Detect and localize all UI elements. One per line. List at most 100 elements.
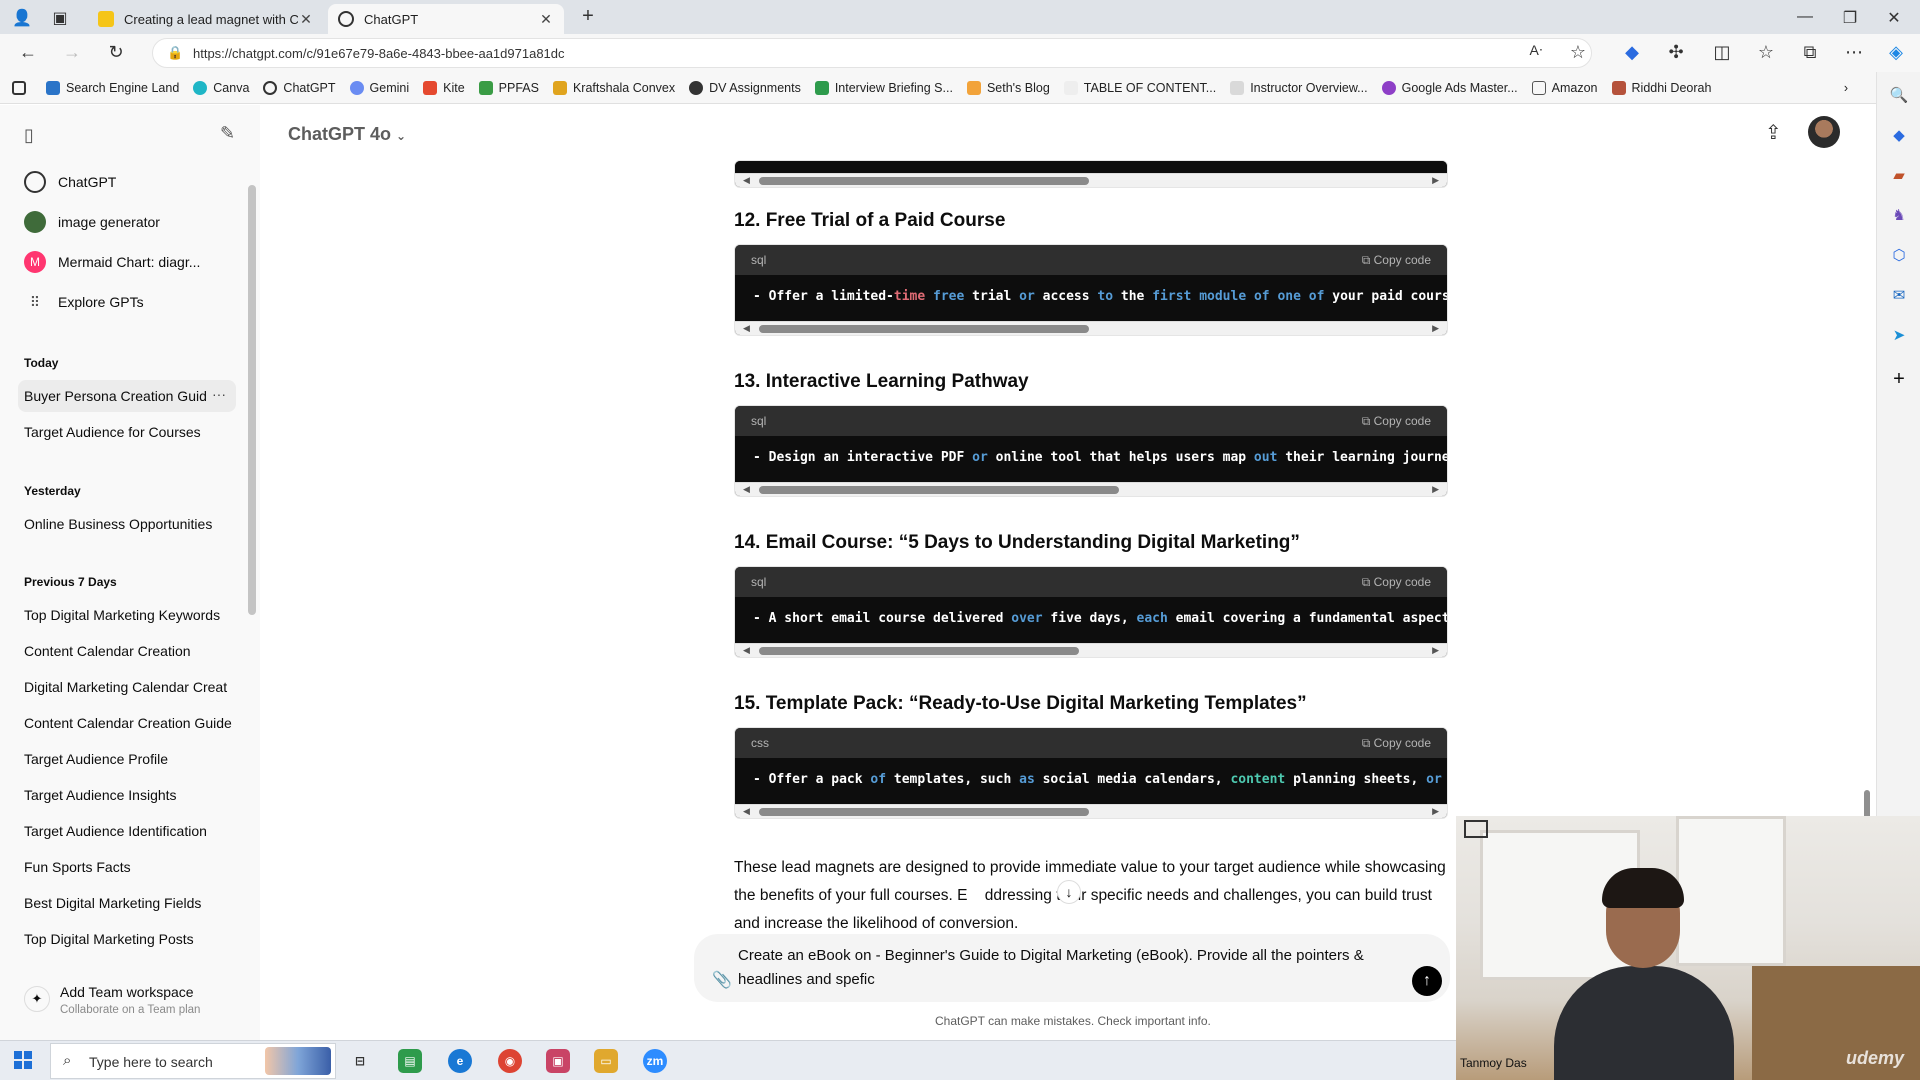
copilot-icon[interactable]: ◈ <box>1884 42 1908 63</box>
more-options-icon[interactable]: ··· <box>212 386 226 402</box>
bookmark-dv-assignments[interactable]: DV Assignments <box>689 80 801 95</box>
bookmark-folder-icon[interactable] <box>12 80 32 95</box>
profile-icon[interactable]: 👤 <box>12 8 32 28</box>
tools-icon[interactable]: ▰ <box>1889 166 1909 186</box>
udemy-watermark: udemy <box>1845 1048 1904 1068</box>
code-scrollbar[interactable]: ◀ ▶ <box>735 321 1447 335</box>
bookmark-google-ads[interactable]: Google Ads Master... <box>1381 80 1518 95</box>
bookmark-kite[interactable]: Kite <box>423 80 465 95</box>
bookmark-instructor-overview[interactable]: Instructor Overview... <box>1230 80 1368 95</box>
bookmark-seths-blog[interactable]: Seth's Blog <box>966 80 1050 95</box>
bookmark-interview-briefing[interactable]: Interview Briefing S... <box>814 80 953 95</box>
chat-item-buyer-persona[interactable]: Buyer Persona Creation Guid ··· <box>18 380 236 412</box>
copy-code-button[interactable]: ⧉ Copy code <box>1362 414 1431 429</box>
add-icon[interactable]: + <box>1889 368 1909 390</box>
bookmark-amazon[interactable]: Amazon <box>1531 80 1598 95</box>
chat-item[interactable]: Digital Marketing Calendar Creat <box>18 671 236 703</box>
bookmark-search-engine-land[interactable]: Search Engine Land <box>46 80 179 95</box>
close-tab-icon[interactable]: ✕ <box>538 11 554 28</box>
attach-paperclip-icon[interactable]: 📎 <box>712 970 732 990</box>
chat-item[interactable]: Fun Sports Facts <box>18 851 236 883</box>
toggle-sidebar-icon[interactable]: ▯ <box>24 125 34 146</box>
games-icon[interactable]: ♞ <box>1889 206 1909 226</box>
scroll-down-arrow-icon[interactable]: ↓ <box>1057 880 1081 904</box>
send-button[interactable]: ↑ <box>1412 966 1442 996</box>
telegram-icon[interactable]: ➤ <box>1889 326 1909 346</box>
copy-code-button[interactable]: ⧉ Copy code <box>1362 736 1431 751</box>
model-selector[interactable]: ChatGPT 4o ⌄ <box>288 124 406 145</box>
more-icon[interactable]: ⋯ <box>1842 42 1866 63</box>
tab-actions-icon[interactable]: ▣ <box>50 8 70 28</box>
file-explorer-icon[interactable]: ▭ <box>594 1049 618 1073</box>
new-chat-icon[interactable]: ✎ <box>220 123 235 144</box>
refresh-icon[interactable]: ↻ <box>104 42 128 63</box>
tag-icon[interactable]: ◆ <box>1889 126 1909 146</box>
code-language: css <box>751 736 769 750</box>
share-icon[interactable]: ⇪ <box>1765 120 1782 145</box>
sidebar-item-explore-gpts[interactable]: ⠿ Explore GPTs <box>18 285 236 319</box>
windows-start-icon[interactable] <box>14 1051 32 1069</box>
chatgpt-favicon-icon <box>338 11 354 27</box>
user-avatar[interactable] <box>1808 116 1840 148</box>
search-icon[interactable]: 🔍 <box>1889 86 1909 106</box>
chat-app-icon[interactable]: ▤ <box>398 1049 422 1073</box>
chat-item[interactable]: Target Audience Insights <box>18 779 236 811</box>
bookmark-kraftshala[interactable]: Kraftshala Convex <box>552 80 675 95</box>
favorites-icon[interactable]: ☆ <box>1754 42 1778 63</box>
more-bookmarks-chevron-icon[interactable]: › <box>1844 81 1848 95</box>
section-heading-today: Today <box>24 356 59 370</box>
code-scrollbar[interactable]: ◀ ▶ <box>735 804 1447 818</box>
bookmark-gemini[interactable]: Gemini <box>349 80 409 95</box>
edge-icon[interactable]: e <box>448 1049 472 1073</box>
read-aloud-icon[interactable]: Aᐧ <box>1524 42 1548 59</box>
bookmark-canva[interactable]: Canva <box>193 80 249 95</box>
media-app-icon[interactable]: ▣ <box>546 1049 570 1073</box>
chat-item[interactable]: Target Audience for Courses <box>18 416 236 448</box>
chat-item[interactable]: Content Calendar Creation Guide <box>18 707 236 739</box>
favorite-star-icon[interactable]: ☆ <box>1566 42 1590 63</box>
close-window-icon[interactable]: ✕ <box>1884 8 1904 28</box>
chat-item[interactable]: Target Audience Identification <box>18 815 236 847</box>
chat-item[interactable]: Best Digital Marketing Fields <box>18 887 236 919</box>
new-tab-icon[interactable]: + <box>578 5 598 28</box>
task-view-icon[interactable]: ⊟ <box>348 1049 372 1073</box>
chat-item[interactable]: Content Calendar Creation <box>18 635 236 667</box>
chat-item[interactable]: Top Digital Marketing Posts <box>18 923 236 955</box>
bookmark-chatgpt[interactable]: ChatGPT <box>263 80 336 95</box>
code-scrollbar[interactable]: ◀ ▶ <box>735 173 1447 187</box>
chat-item[interactable]: Online Business Opportunities <box>18 508 236 540</box>
chrome-icon[interactable]: ◉ <box>498 1049 522 1073</box>
sidebar-item-mermaid[interactable]: M Mermaid Chart: diagr... <box>18 245 236 279</box>
chat-item[interactable]: Target Audience Profile <box>18 743 236 775</box>
split-screen-icon[interactable]: ◫ <box>1710 42 1734 63</box>
code-scrollbar[interactable]: ◀ ▶ <box>735 643 1447 657</box>
taskbar-search[interactable]: ⌕ Type here to search <box>50 1043 336 1079</box>
bookmark-riddhi[interactable]: Riddhi Deorah <box>1611 80 1711 95</box>
extensions-puzzle-icon[interactable]: ✣ <box>1664 42 1688 63</box>
message-input[interactable]: Create an eBook on - Beginner's Guide to… <box>738 944 1388 992</box>
m365-icon[interactable]: ⬡ <box>1889 246 1909 266</box>
chat-item[interactable]: Top Digital Marketing Keywords <box>18 599 236 631</box>
back-icon[interactable]: ← <box>16 42 40 63</box>
forward-icon[interactable]: → <box>60 42 84 63</box>
bookmark-ppfas[interactable]: PPFAS <box>478 80 539 95</box>
minimize-icon[interactable]: — <box>1795 8 1815 26</box>
outlook-icon[interactable]: ✉ <box>1889 286 1909 306</box>
copy-code-button[interactable]: ⧉ Copy code <box>1362 575 1431 590</box>
copy-code-button[interactable]: ⧉ Copy code <box>1362 253 1431 268</box>
close-tab-icon[interactable]: ✕ <box>298 11 314 28</box>
message-composer[interactable]: 📎 Create an eBook on - Beginner's Guide … <box>694 934 1450 1002</box>
browser-tab-lead-magnet[interactable]: Creating a lead magnet with Cha ✕ <box>88 4 324 34</box>
maximize-icon[interactable]: ❐ <box>1840 8 1860 28</box>
collections-icon[interactable]: ⧉ <box>1798 42 1822 63</box>
code-scrollbar[interactable]: ◀ ▶ <box>735 482 1447 496</box>
zoom-icon[interactable]: zm <box>643 1049 667 1073</box>
url-field[interactable]: 🔒 https://chatgpt.com/c/91e67e79-8a6e-48… <box>152 38 1592 68</box>
section-heading-yesterday: Yesterday <box>24 484 81 498</box>
sidebar-item-image-generator[interactable]: image generator <box>18 205 236 239</box>
extension-icon[interactable]: ◆ <box>1620 42 1644 63</box>
sidebar-scrollbar[interactable] <box>248 185 256 615</box>
sidebar-item-chatgpt[interactable]: ChatGPT <box>18 165 236 199</box>
browser-tab-chatgpt[interactable]: ChatGPT ✕ <box>328 4 564 34</box>
bookmark-table-of-content[interactable]: TABLE OF CONTENT... <box>1063 80 1216 95</box>
